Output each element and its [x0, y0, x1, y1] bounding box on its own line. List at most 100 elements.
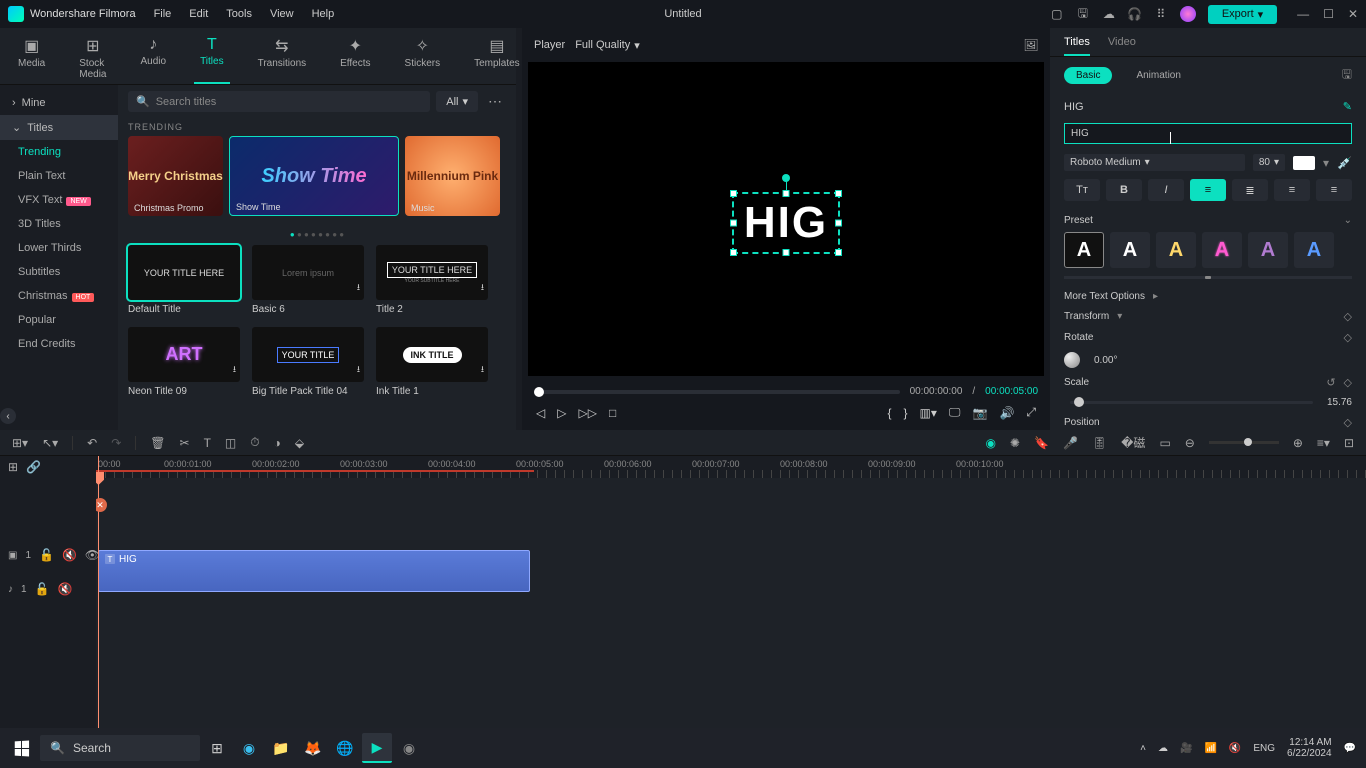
adjust-icon[interactable]: 🎚 — [1092, 436, 1107, 450]
font-dropdown[interactable]: Roboto Medium▾ — [1064, 154, 1245, 171]
sidebar-titles[interactable]: ⌄Titles — [0, 115, 118, 140]
preset-item[interactable]: A — [1064, 232, 1104, 268]
download-icon[interactable]: ⭳ — [357, 280, 360, 296]
text-object[interactable]: HIG — [732, 192, 840, 254]
quality-dropdown[interactable]: Full Quality▾ — [575, 39, 640, 52]
cursor-icon[interactable]: ↖▾ — [42, 436, 58, 450]
edit-text-icon[interactable]: ✎ — [1343, 100, 1352, 113]
align-justify-button[interactable]: ≡ — [1316, 179, 1352, 201]
align-center-button[interactable]: ≣ — [1232, 179, 1268, 201]
mute-icon[interactable]: 🔇 — [62, 548, 77, 562]
export-button[interactable]: Export▾ — [1208, 5, 1277, 24]
filter-dropdown[interactable]: All▾ — [436, 91, 478, 112]
subtab-basic[interactable]: Basic — [1064, 67, 1112, 84]
chevron-down-icon[interactable]: ⌄ — [1344, 215, 1352, 226]
transform-header[interactable]: Transform — [1064, 311, 1109, 322]
clock[interactable]: 12:14 AM6/22/2024 — [1287, 737, 1332, 759]
tab-stock-media[interactable]: ⊞Stock Media — [73, 32, 112, 84]
track-options-icon[interactable]: ≡▾ — [1317, 436, 1330, 450]
layout-icon[interactable]: ▢ — [1050, 7, 1064, 21]
scrub-bar[interactable] — [534, 390, 900, 394]
prop-tab-video[interactable]: Video — [1108, 36, 1136, 56]
reset-icon[interactable]: ↺ — [1326, 376, 1335, 389]
prev-frame-button[interactable]: ◁ — [536, 406, 545, 420]
rotate-handle[interactable] — [782, 174, 790, 182]
fullscreen-button[interactable]: ⤢ — [1026, 405, 1036, 420]
resize-handle[interactable] — [730, 249, 737, 256]
language-indicator[interactable]: ENG — [1253, 743, 1275, 754]
video-track-header[interactable]: ▣1🔓🔇👁 — [0, 532, 96, 578]
cloud-icon[interactable]: ☁ — [1102, 7, 1116, 21]
split-button[interactable]: ✂ — [180, 436, 190, 450]
timeline-tracks[interactable]: 00:00 00:00:01:00 00:00:02:00 00:00:03:0… — [96, 456, 1366, 728]
keyframe-button[interactable]: ⬙ — [295, 436, 304, 450]
download-icon[interactable]: ⭳ — [481, 362, 484, 378]
scale-slider[interactable] — [1070, 401, 1313, 404]
display-button[interactable]: 🖵 — [949, 405, 961, 420]
carousel-pagination[interactable]: ● ● ● ● ● ● ● ● — [128, 230, 506, 239]
resize-handle[interactable] — [730, 190, 737, 197]
text-button[interactable]: T — [204, 436, 211, 450]
preset-item[interactable]: A — [1156, 232, 1196, 268]
more-text-options[interactable]: More Text Options — [1064, 291, 1145, 302]
zoom-slider[interactable] — [1209, 441, 1279, 444]
notifications-icon[interactable]: 💬 — [1344, 743, 1356, 754]
marker-close-icon[interactable]: ✕ — [96, 498, 107, 512]
scrub-playhead[interactable] — [534, 387, 544, 397]
title-tile[interactable]: Lorem ipsum⭳Basic 6 — [252, 245, 364, 315]
tab-audio[interactable]: ♪Audio — [134, 32, 172, 84]
snapshot-button[interactable]: 📷 — [972, 406, 987, 420]
menu-tools[interactable]: Tools — [226, 8, 252, 20]
resize-handle[interactable] — [730, 220, 737, 227]
mark-in-button[interactable]: { — [888, 406, 892, 420]
explorer-app[interactable]: 📁 — [266, 733, 296, 763]
zoom-in-icon[interactable]: ⊕ — [1293, 436, 1303, 450]
edge-app[interactable]: ◉ — [234, 733, 264, 763]
menu-file[interactable]: File — [154, 8, 172, 20]
track-manager-icon[interactable]: ⊞ — [8, 460, 18, 474]
resize-handle[interactable] — [782, 249, 789, 256]
save-preset-icon[interactable]: 🖫 — [1342, 65, 1352, 86]
italic-button[interactable]: I — [1148, 179, 1184, 201]
resize-handle[interactable] — [835, 190, 842, 197]
next-frame-button[interactable]: ▷▷ — [578, 406, 596, 420]
font-size-input[interactable]: 80▾ — [1253, 154, 1285, 171]
start-button[interactable] — [4, 732, 38, 764]
bold-button[interactable]: B — [1106, 179, 1142, 201]
auto-ripple-icon[interactable]: ◉ — [985, 436, 995, 450]
preset-scrollbar[interactable] — [1064, 276, 1352, 279]
undo-button[interactable]: ↶ — [87, 436, 97, 450]
apps-icon[interactable]: ⠿ — [1154, 7, 1168, 21]
category-lower-thirds[interactable]: Lower Thirds — [0, 236, 118, 260]
meet-now-icon[interactable]: 🎥 — [1180, 743, 1192, 754]
menu-edit[interactable]: Edit — [189, 8, 208, 20]
download-icon[interactable]: ⭳ — [481, 280, 484, 296]
scale-value[interactable]: 15.76 — [1327, 397, 1352, 408]
title-tile[interactable]: ART⭳Neon Title 09 — [128, 327, 240, 397]
play-button[interactable]: ▷ — [557, 406, 566, 420]
category-subtitles[interactable]: Subtitles — [0, 260, 118, 284]
text-content-input[interactable]: HIG — [1064, 123, 1352, 144]
tab-titles[interactable]: TTitles — [194, 32, 230, 84]
speed-button[interactable]: ⏱ — [250, 435, 259, 450]
wifi-icon[interactable]: 📶 — [1204, 743, 1216, 754]
lock-icon[interactable]: 🔓 — [39, 548, 54, 562]
mute-icon[interactable]: 🔇 — [58, 582, 73, 596]
volume-button[interactable]: 🔊 — [999, 406, 1014, 420]
title-tile[interactable]: YOUR TITLE HEREYOUR SUBTITLE HERE⭳Title … — [376, 245, 488, 315]
volume-icon[interactable]: 🔇 — [1229, 743, 1241, 754]
download-icon[interactable]: ⭳ — [357, 362, 360, 378]
carousel-item[interactable]: Show TimeShow Time — [229, 136, 399, 216]
snapshot-icon[interactable]: 🖼 — [1024, 38, 1038, 52]
title-tile[interactable]: YOUR TITLE HEREDefault Title — [128, 245, 240, 315]
resize-handle[interactable] — [835, 249, 842, 256]
filmora-app[interactable]: ▶ — [362, 733, 392, 763]
mixer-icon[interactable]: ✺ — [1010, 436, 1020, 450]
rotate-knob[interactable] — [1064, 352, 1080, 368]
maximize-button[interactable]: ☐ — [1323, 7, 1334, 21]
onedrive-icon[interactable]: ☁ — [1158, 743, 1168, 754]
save-icon[interactable]: 🖫 — [1076, 7, 1090, 21]
chrome-app[interactable]: 🌐 — [330, 733, 360, 763]
delete-button[interactable]: 🗑 — [150, 436, 165, 450]
color-swatch[interactable] — [1293, 156, 1315, 170]
